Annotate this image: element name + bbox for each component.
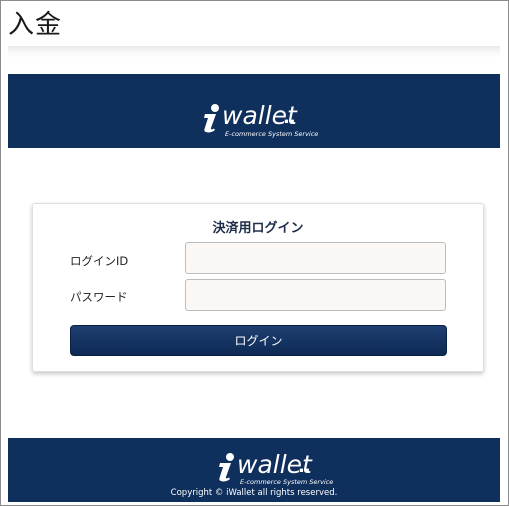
brand-tagline: E-commerce System Service [225, 130, 319, 138]
iwallet-i-mark-icon [204, 104, 219, 133]
login-title: 決済用ログイン [212, 221, 304, 236]
login-id-input[interactable] [185, 242, 446, 274]
iwallet-i-mark-icon [219, 453, 234, 482]
login-card: 決済用ログイン ログインID パスワード ログイン [32, 203, 484, 372]
title-divider [8, 46, 500, 58]
brand-tagline: E-commerce System Service [240, 478, 334, 486]
brand-dots: .. [298, 456, 311, 477]
iwallet-logo-footer: wallet .. E-commerce System Service [212, 450, 333, 488]
iwallet-logo-header: wallet .. E-commerce System Service [197, 101, 318, 139]
password-input[interactable] [185, 279, 446, 311]
login-id-label: ログインID [70, 254, 129, 268]
password-label: パスワード [70, 290, 128, 304]
login-button[interactable]: ログイン [70, 325, 447, 356]
page-title: 入金 [8, 10, 63, 40]
copyright-text: Copyright © iWallet all rights reserved. [170, 488, 338, 498]
brand-dots: .. [283, 107, 296, 128]
